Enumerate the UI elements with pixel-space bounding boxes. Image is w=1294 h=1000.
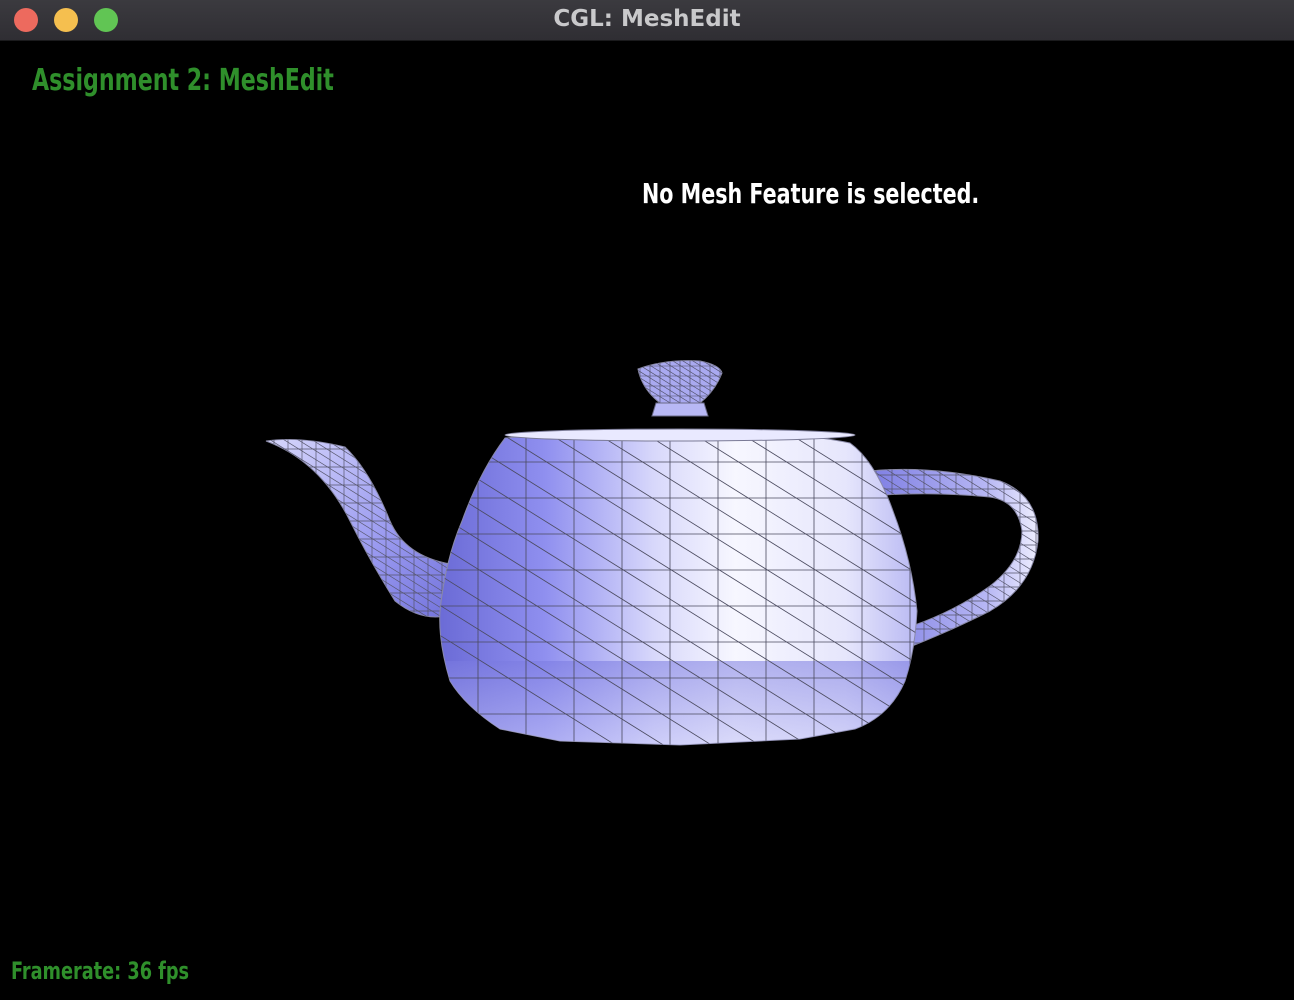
mesh-viewport[interactable]: Assignment 2: MeshEdit No Mesh Feature i… [0,41,1294,1000]
app-title: Assignment 2: MeshEdit [32,63,334,98]
app-window: CGL: MeshEdit Assignment 2: MeshEdit No … [0,0,1294,1000]
window-title: CGL: MeshEdit [553,6,741,32]
title-bar[interactable]: CGL: MeshEdit [0,0,1294,41]
selection-status: No Mesh Feature is selected. [642,177,980,210]
teapot-lid-neck [651,402,709,417]
framerate-readout: Framerate: 36 fps [11,957,190,985]
teapot-lid-rim [504,428,856,442]
